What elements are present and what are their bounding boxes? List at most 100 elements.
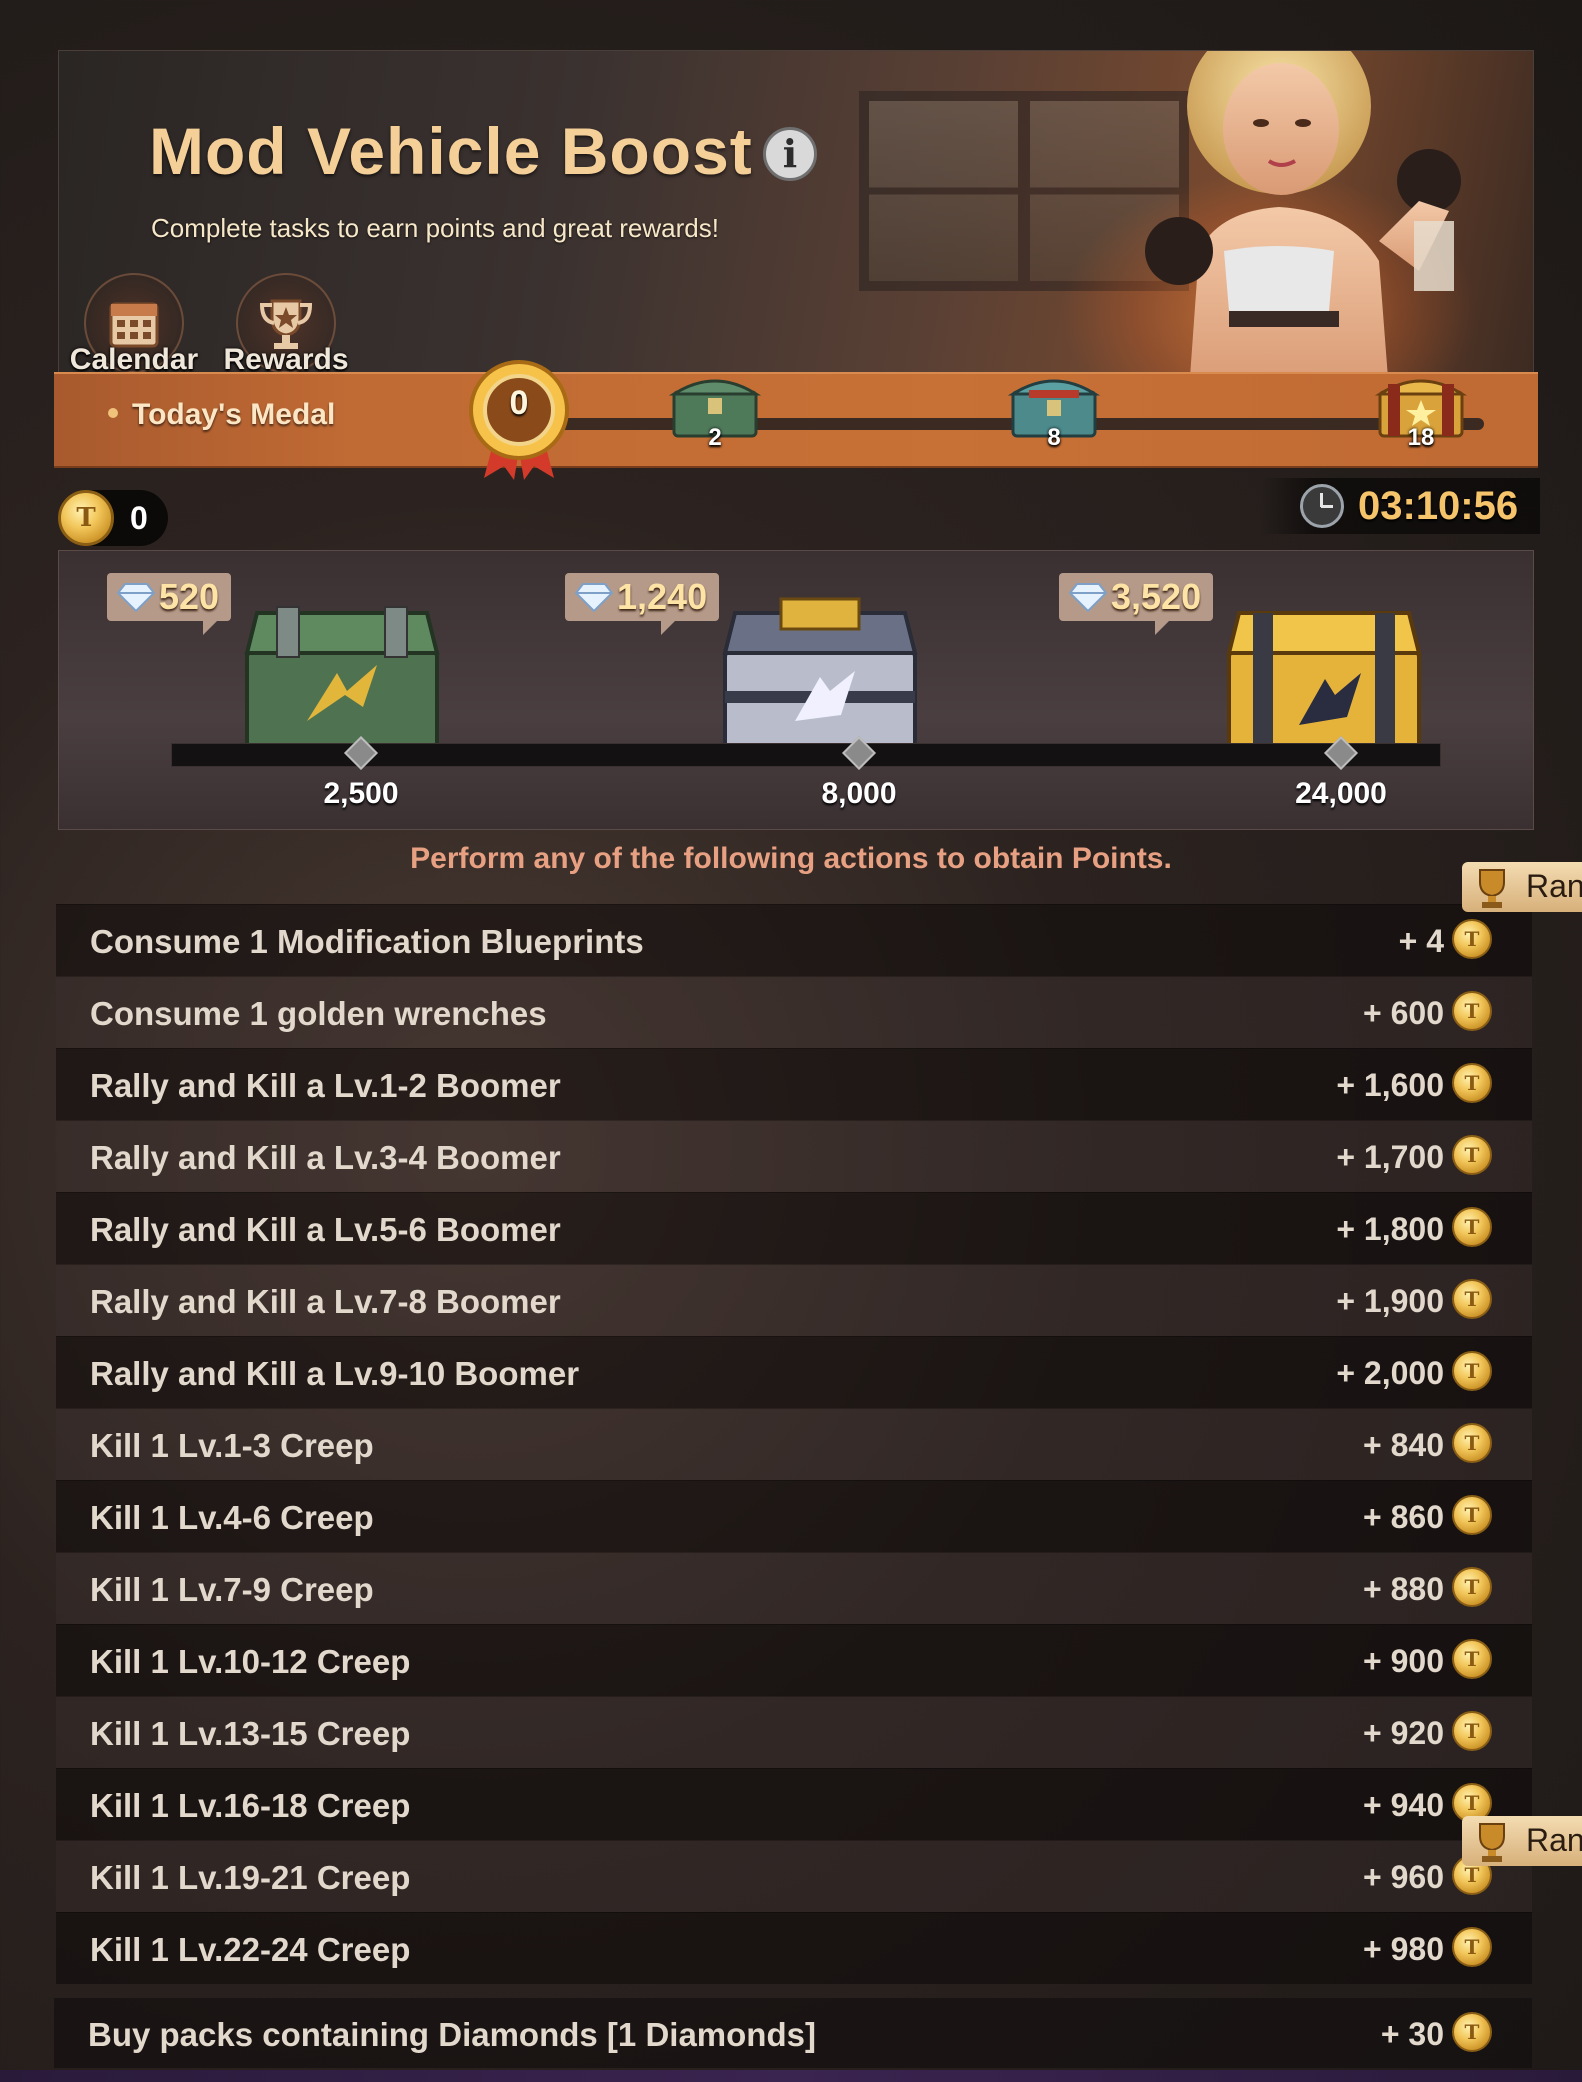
- milestone-label-1: 2,500: [323, 777, 399, 810]
- timer-value: 03:10:56: [1358, 484, 1519, 528]
- rank-side-tab[interactable]: Ran: [1462, 862, 1582, 912]
- trophy-icon: [1479, 1823, 1505, 1862]
- task-row: Kill 1 Lv.4-6 Creep + 860 T: [56, 1480, 1532, 1552]
- task-points: + 1,800: [1336, 1211, 1444, 1247]
- medal-badge: 0: [454, 354, 584, 484]
- points-counter: T 0: [58, 490, 168, 546]
- task-row: Rally and Kill a Lv.9-10 Boomer + 2,000 …: [56, 1336, 1532, 1408]
- silver-chest-icon: [722, 597, 918, 753]
- task-row: Consume 1 Modification Blueprints + 4 T: [56, 904, 1532, 976]
- point-coin-icon: T: [1452, 1279, 1492, 1319]
- task-name: Buy packs containing Diamonds [1 Diamond…: [88, 2016, 816, 2053]
- event-subtitle: Complete tasks to earn points and great …: [151, 213, 719, 243]
- task-points: + 1,700: [1336, 1139, 1444, 1175]
- rank-side-tab[interactable]: Ran: [1462, 1816, 1582, 1866]
- diamond-icon: [575, 583, 613, 612]
- milestone-marker-3: [1321, 733, 1361, 773]
- task-points: + 2,000: [1336, 1355, 1444, 1391]
- todays-medal-label: Today's Medal: [108, 398, 335, 432]
- task-row: Kill 1 Lv.22-24 Creep + 980 T: [56, 1912, 1532, 1984]
- task-points: + 30: [1380, 2016, 1444, 2052]
- task-points: + 900: [1363, 1643, 1444, 1679]
- task-points: + 880: [1363, 1571, 1444, 1607]
- task-name: Consume 1 Modification Blueprints: [90, 923, 644, 960]
- medal-chest-3-count: 18: [1407, 424, 1435, 451]
- task-row: Rally and Kill a Lv.3-4 Boomer + 1,700 T: [56, 1120, 1532, 1192]
- point-coin-icon: T: [1452, 1063, 1492, 1103]
- task-points: + 840: [1363, 1427, 1444, 1463]
- task-row: Kill 1 Lv.7-9 Creep + 880 T: [56, 1552, 1532, 1624]
- reward-tier-3[interactable]: 3,520: [1059, 571, 1422, 771]
- task-name: Kill 1 Lv.16-18 Creep: [90, 1787, 411, 1824]
- reward-tier-1[interactable]: 520: [107, 571, 467, 771]
- point-coin-icon: T: [1452, 1639, 1492, 1679]
- task-points: + 960: [1363, 1859, 1444, 1895]
- point-coin-icon: T: [1452, 1351, 1492, 1391]
- medal-chest-1[interactable]: 2: [660, 364, 770, 454]
- task-row: Kill 1 Lv.1-3 Creep + 840 T: [56, 1408, 1532, 1480]
- task-name: Rally and Kill a Lv.3-4 Boomer: [90, 1139, 561, 1176]
- task-points: + 920: [1363, 1715, 1444, 1751]
- medal-chest-3[interactable]: 18: [1366, 364, 1476, 454]
- calendar-icon: [109, 302, 159, 348]
- tier-2-diamond-amount: 1,240: [617, 576, 708, 617]
- milestone-marker-1: [341, 733, 381, 773]
- tier-1-diamond-amount: 520: [159, 576, 220, 617]
- rank-tab-label: Ran: [1526, 868, 1582, 904]
- task-row: Rally and Kill a Lv.5-6 Boomer + 1,800 T: [56, 1192, 1532, 1264]
- task-name: Kill 1 Lv.22-24 Creep: [90, 1931, 411, 1968]
- point-coin-icon: T: [1452, 1711, 1492, 1751]
- tier-2-diamond-tag: 1,240: [565, 573, 720, 635]
- task-row: Buy packs containing Diamonds [1 Diamond…: [54, 1998, 1532, 2068]
- point-coin-icon: T: [1452, 919, 1492, 959]
- task-row: Consume 1 golden wrenches + 600 T: [56, 976, 1532, 1048]
- task-name: Kill 1 Lv.7-9 Creep: [90, 1571, 374, 1608]
- medal-count: 0: [509, 384, 529, 422]
- event-screen: Mod Vehicle Boost i Complete tasks to ea…: [0, 0, 1582, 2082]
- task-name: Rally and Kill a Lv.5-6 Boomer: [90, 1211, 561, 1248]
- todays-medal-bar: Today's Medal 0 2 8 18: [54, 360, 1538, 480]
- task-points: + 980: [1363, 1931, 1444, 1967]
- clock-icon: [1300, 484, 1344, 528]
- task-name: Kill 1 Lv.1-3 Creep: [90, 1427, 374, 1464]
- medal-progress-track: [494, 418, 1484, 430]
- diamond-icon: [1069, 583, 1107, 612]
- task-points: + 940: [1363, 1787, 1444, 1823]
- task-name: Rally and Kill a Lv.7-8 Boomer: [90, 1283, 561, 1320]
- milestone-label-2: 8,000: [821, 777, 897, 810]
- milestone-label-3: 24,000: [1295, 777, 1387, 810]
- point-coin-icon: T: [1452, 1567, 1492, 1607]
- task-list: Consume 1 Modification Blueprints + 4 T …: [56, 904, 1532, 1984]
- task-name: Kill 1 Lv.19-21 Creep: [90, 1859, 411, 1896]
- medal-chest-2[interactable]: 8: [999, 364, 1109, 454]
- task-row: Kill 1 Lv.16-18 Creep + 940 T: [56, 1768, 1532, 1840]
- point-coin-icon: T: [1452, 1423, 1492, 1463]
- event-timer: 03:10:56: [1260, 478, 1540, 534]
- task-points: + 1,900: [1336, 1283, 1444, 1319]
- diamond-icon: [117, 583, 155, 612]
- task-name: Rally and Kill a Lv.9-10 Boomer: [90, 1355, 580, 1392]
- event-title: Mod Vehicle Boost: [149, 114, 753, 188]
- trophy-icon: [1479, 869, 1505, 908]
- task-points: + 600: [1363, 995, 1444, 1031]
- task-name: Kill 1 Lv.4-6 Creep: [90, 1499, 374, 1536]
- bottom-edge-strip: [0, 2070, 1582, 2082]
- task-row: Kill 1 Lv.10-12 Creep + 900 T: [56, 1624, 1532, 1696]
- tier-3-diamond-tag: 3,520: [1059, 573, 1214, 635]
- milestone-marker-2: [839, 733, 879, 773]
- info-icon[interactable]: i: [763, 127, 817, 181]
- medal-chest-2-count: 8: [1047, 424, 1061, 451]
- point-coin-icon: T: [1452, 1207, 1492, 1247]
- tier-3-diamond-amount: 3,520: [1111, 576, 1202, 617]
- medal-chest-1-count: 2: [708, 424, 722, 451]
- calendar-button[interactable]: Calendar: [59, 273, 209, 379]
- task-row: Rally and Kill a Lv.7-8 Boomer + 1,900 T: [56, 1264, 1532, 1336]
- task-name: Kill 1 Lv.10-12 Creep: [90, 1643, 411, 1680]
- tier-1-diamond-tag: 520: [107, 573, 232, 635]
- event-banner: Mod Vehicle Boost i Complete tasks to ea…: [58, 50, 1534, 380]
- task-row: Kill 1 Lv.13-15 Creep + 920 T: [56, 1696, 1532, 1768]
- instructions-text: Perform any of the following actions to …: [410, 842, 1172, 875]
- task-row: Rally and Kill a Lv.1-2 Boomer + 1,600 T: [56, 1048, 1532, 1120]
- task-name: Rally and Kill a Lv.1-2 Boomer: [90, 1067, 561, 1104]
- rewards-button[interactable]: Rewards: [211, 273, 361, 379]
